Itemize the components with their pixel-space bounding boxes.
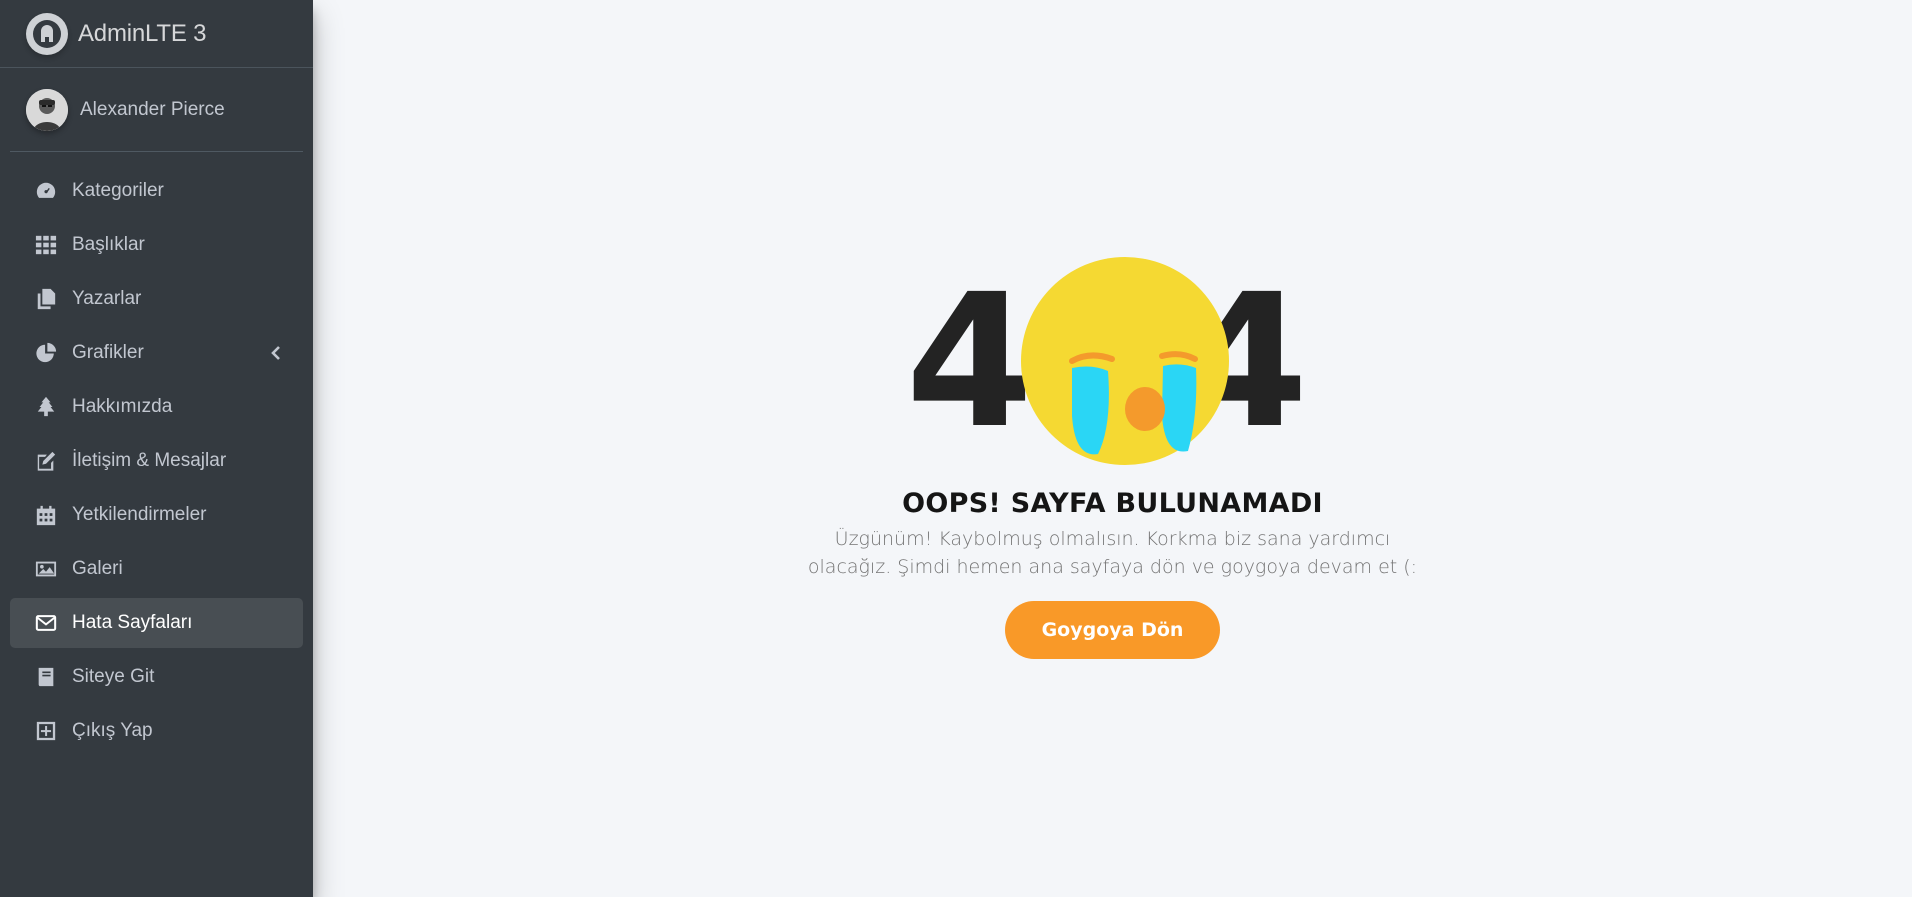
plus-square-icon: [34, 719, 58, 743]
sidebar-item-label: Hakkımızda: [72, 396, 173, 417]
sidebar-item-yetkilendirmeler[interactable]: Yetkilendirmeler: [10, 490, 303, 540]
sidebar-item-cikis-yap[interactable]: Çıkış Yap: [10, 706, 303, 756]
sidebar-item-siteye-git[interactable]: Siteye Git: [10, 652, 303, 702]
chevron-left-icon[interactable]: [269, 345, 283, 361]
book-icon: [34, 665, 58, 689]
sidebar-item-label: Kategoriler: [72, 180, 164, 201]
sidebar-item-label: Grafikler: [72, 342, 144, 363]
sidebar: AdminLTE 3 Alexander Pierce Kategoriler: [0, 0, 313, 897]
sidebar-item-label: Yetkilendirmeler: [72, 504, 207, 525]
error-title: OOPS! SAYFA BULUNAMADI: [902, 488, 1323, 519]
sidebar-item-galeri[interactable]: Galeri: [10, 544, 303, 594]
crying-face-icon: [1020, 257, 1229, 465]
sidebar-nav: Kategoriler Başlıklar Yazarlar Grafikler: [0, 166, 313, 756]
brand-logo-icon: [26, 12, 68, 55]
error-message-line-2: olacağız. Şimdi hemen ana sayfaya dön ve…: [807, 556, 1418, 578]
sidebar-item-label: Çıkış Yap: [72, 720, 153, 741]
sidebar-item-label: Galeri: [72, 558, 123, 579]
sidebar-item-basliklar[interactable]: Başlıklar: [10, 220, 303, 270]
sidebar-item-yazarlar[interactable]: Yazarlar: [10, 274, 303, 324]
sidebar-item-iletisim[interactable]: İletişim & Mesajlar: [10, 436, 303, 486]
sidebar-item-label: Hata Sayfaları: [72, 612, 193, 633]
brand-text: AdminLTE 3: [78, 19, 207, 47]
user-panel[interactable]: Alexander Pierce: [10, 68, 303, 152]
copy-icon: [34, 287, 58, 311]
user-name[interactable]: Alexander Pierce: [80, 99, 225, 121]
envelope-icon: [34, 611, 58, 635]
tachometer-icon: [34, 179, 58, 203]
brand-link[interactable]: AdminLTE 3: [0, 0, 313, 68]
grid-icon: [34, 233, 58, 257]
sidebar-item-label: Siteye Git: [72, 666, 155, 687]
error-digit-left: 4: [905, 255, 1034, 469]
sidebar-item-label: Başlıklar: [72, 234, 145, 255]
back-home-button[interactable]: Goygoya Dön: [1005, 601, 1220, 659]
error-section: 4 4 OOPS! SAYFA BULUNAMADI Üzgünüm! Kayb…: [313, 254, 1912, 659]
avatar: [26, 88, 68, 131]
tree-icon: [34, 395, 58, 419]
sidebar-item-kategoriler[interactable]: Kategoriler: [10, 166, 303, 216]
pie-chart-icon: [34, 341, 58, 365]
image-icon: [34, 557, 58, 581]
calendar-icon: [34, 503, 58, 527]
edit-icon: [34, 449, 58, 473]
sidebar-item-hakkimizda[interactable]: Hakkımızda: [10, 382, 303, 432]
error-graphic: 4 4: [903, 254, 1323, 470]
sidebar-item-grafikler[interactable]: Grafikler: [10, 328, 303, 378]
sidebar-item-hata-sayfalari[interactable]: Hata Sayfaları: [10, 598, 303, 648]
sidebar-item-label: Yazarlar: [72, 288, 142, 309]
sidebar-item-label: İletişim & Mesajlar: [72, 450, 227, 471]
error-message-line-1: Üzgünüm! Kaybolmuş olmalısın. Korkma biz…: [834, 528, 1391, 550]
error-message: Üzgünüm! Kaybolmuş olmalısın. Korkma biz…: [793, 525, 1433, 581]
main-content: 4 4 OOPS! SAYFA BULUNAMADI Üzgünüm! Kayb…: [313, 0, 1912, 897]
